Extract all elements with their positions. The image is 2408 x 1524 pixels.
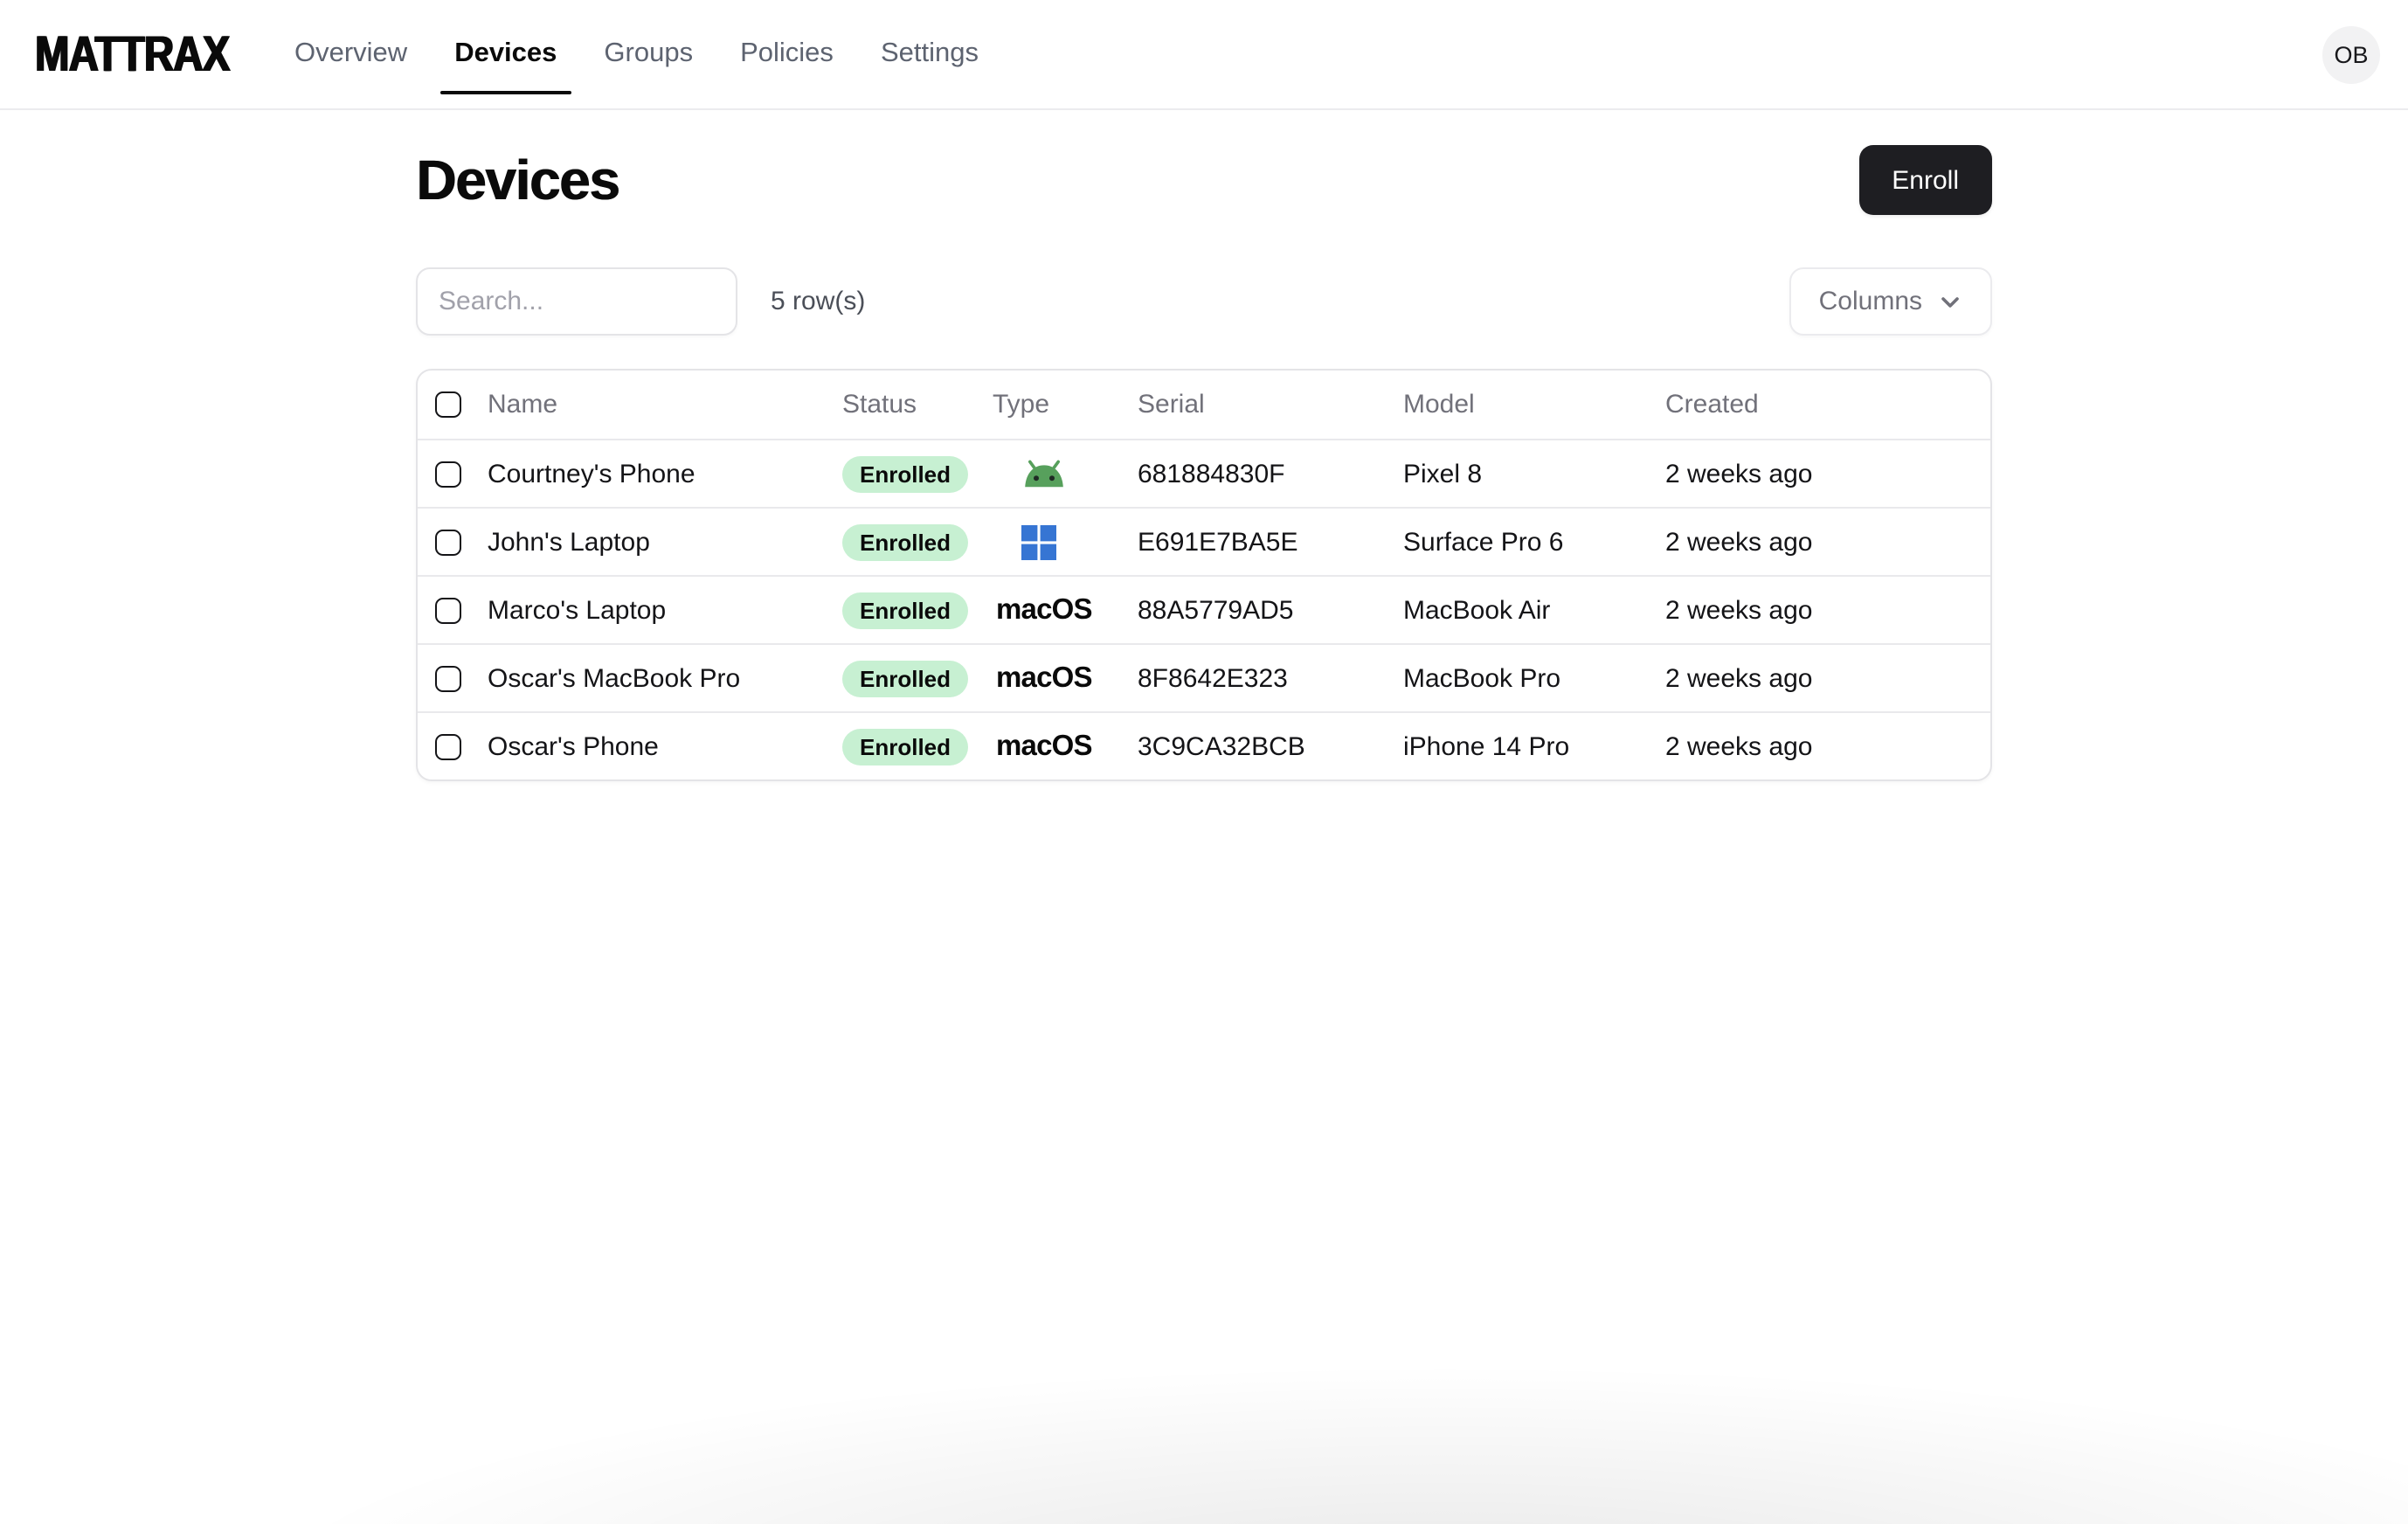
device-model: Pixel 8: [1403, 459, 1665, 488]
device-serial: E691E7BA5E: [1138, 527, 1403, 557]
android-icon: [1021, 459, 1068, 488]
enroll-button[interactable]: Enroll: [1858, 145, 1992, 215]
device-model: Surface Pro 6: [1403, 527, 1665, 557]
row-checkbox[interactable]: [435, 597, 461, 623]
macos-wordmark: macOS: [996, 662, 1092, 695]
page-title: Devices: [416, 145, 619, 215]
device-created: 2 weeks ago: [1665, 527, 1990, 557]
column-header-status[interactable]: Status: [842, 390, 993, 419]
device-name: Marco's Laptop: [488, 595, 842, 625]
table-row[interactable]: Oscar's Phone Enrolled macOS 3C9CA32BCB …: [418, 713, 1990, 779]
column-header-type[interactable]: Type: [993, 390, 1138, 419]
nav-item-policies[interactable]: Policies: [740, 0, 834, 108]
top-navigation-bar: MATTRAX Overview Devices Groups Policies…: [0, 0, 2408, 110]
row-count-label: 5 row(s): [771, 287, 865, 316]
device-model: iPhone 14 Pro: [1403, 731, 1665, 761]
columns-dropdown-button[interactable]: Columns: [1789, 267, 1992, 336]
column-header-serial[interactable]: Serial: [1138, 390, 1403, 419]
column-header-created[interactable]: Created: [1665, 390, 1990, 419]
nav-item-devices[interactable]: Devices: [454, 0, 557, 108]
search-input[interactable]: [416, 267, 737, 336]
macos-wordmark: macOS: [996, 730, 1092, 763]
columns-dropdown-label: Columns: [1819, 287, 1922, 316]
device-name: Courtney's Phone: [488, 459, 842, 488]
devices-table: Name Status Type Serial Model Created Co…: [416, 369, 1992, 781]
device-created: 2 weeks ago: [1665, 731, 1990, 761]
device-created: 2 weeks ago: [1665, 663, 1990, 693]
table-row[interactable]: John's Laptop Enrolled E691E7BA5E Surfac…: [418, 509, 1990, 577]
app-window: MATTRAX Overview Devices Groups Policies…: [0, 0, 2408, 1524]
page-header: Devices Enroll: [416, 145, 1992, 215]
column-header-model[interactable]: Model: [1403, 390, 1665, 419]
status-badge: Enrolled: [842, 455, 968, 492]
brand-logo[interactable]: MATTRAX: [35, 25, 230, 83]
device-model: MacBook Air: [1403, 595, 1665, 625]
row-checkbox[interactable]: [435, 461, 461, 487]
device-serial: 3C9CA32BCB: [1138, 731, 1403, 761]
device-name: Oscar's Phone: [488, 731, 842, 761]
row-checkbox[interactable]: [435, 529, 461, 555]
device-created: 2 weeks ago: [1665, 459, 1990, 488]
select-all-checkbox[interactable]: [435, 391, 461, 418]
table-row[interactable]: Marco's Laptop Enrolled macOS 88A5779AD5…: [418, 577, 1990, 645]
nav-item-groups[interactable]: Groups: [604, 0, 693, 108]
device-name: Oscar's MacBook Pro: [488, 663, 842, 693]
status-badge: Enrolled: [842, 660, 968, 696]
status-badge: Enrolled: [842, 728, 968, 765]
table-header-row: Name Status Type Serial Model Created: [418, 371, 1990, 440]
status-badge: Enrolled: [842, 523, 968, 560]
device-serial: 681884830F: [1138, 459, 1403, 488]
device-model: MacBook Pro: [1403, 663, 1665, 693]
nav-item-overview[interactable]: Overview: [294, 0, 407, 108]
row-checkbox[interactable]: [435, 665, 461, 691]
table-row[interactable]: Courtney's Phone Enrolled 681884830F Pix…: [418, 440, 1990, 509]
table-row[interactable]: Oscar's MacBook Pro Enrolled macOS 8F864…: [418, 645, 1990, 713]
main-nav: Overview Devices Groups Policies Setting…: [294, 0, 979, 108]
status-badge: Enrolled: [842, 592, 968, 628]
device-created: 2 weeks ago: [1665, 595, 1990, 625]
chevron-down-icon: [1938, 289, 1962, 314]
column-header-name[interactable]: Name: [488, 390, 842, 419]
nav-item-settings[interactable]: Settings: [881, 0, 979, 108]
device-serial: 88A5779AD5: [1138, 595, 1403, 625]
windows-icon: [1021, 523, 1057, 560]
device-serial: 8F8642E323: [1138, 663, 1403, 693]
table-toolbar: 5 row(s) Columns: [416, 267, 1992, 336]
macos-wordmark: macOS: [996, 593, 1092, 627]
user-avatar[interactable]: OB: [2322, 25, 2380, 83]
bottom-vignette: [0, 1332, 2408, 1524]
row-checkbox[interactable]: [435, 733, 461, 759]
device-name: John's Laptop: [488, 527, 842, 557]
page-content: Devices Enroll 5 row(s) Columns Name Sta…: [416, 145, 1992, 781]
